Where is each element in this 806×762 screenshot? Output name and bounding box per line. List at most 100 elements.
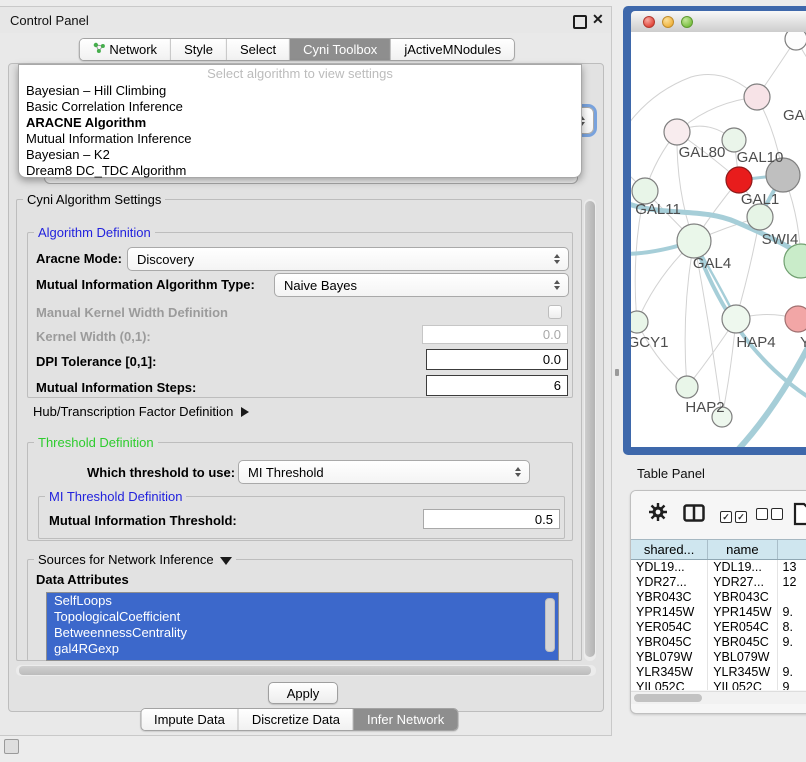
bottom-tab-discretize-data[interactable]: Discretize Data [239, 709, 354, 730]
which-threshold-combobox[interactable]: MI Threshold [238, 460, 530, 484]
column-header[interactable] [778, 540, 806, 559]
table-row[interactable]: YLR345WYLR345W9. [631, 665, 806, 680]
group-title: Algorithm Definition [34, 225, 155, 240]
table-row[interactable]: YPR145WYPR145W9. [631, 605, 806, 620]
data-attribute-option[interactable]: gal4RGexp [47, 641, 558, 657]
node-label: GAL7 [783, 107, 806, 124]
network-node[interactable] [744, 84, 770, 110]
table-row[interactable]: YBR045CYBR045C9. [631, 635, 806, 650]
mi-threshold-field[interactable] [423, 509, 560, 529]
bottom-tab-impute-data[interactable]: Impute Data [141, 709, 239, 730]
settings-horizontal-scrollbar[interactable] [16, 665, 596, 676]
network-window-titlebar[interactable] [631, 11, 806, 33]
dpi-tolerance-field[interactable] [426, 349, 568, 370]
bottom-tab-infer-network[interactable]: Infer Network [354, 709, 457, 730]
minimize-traffic-light-icon[interactable] [662, 16, 674, 28]
data-attribute-option[interactable]: SelfLoops [47, 593, 558, 609]
table-cell: 9. [778, 635, 806, 650]
mi-steps-label: Mutual Information Steps: [36, 380, 196, 395]
table-row[interactable]: YBL079WYBL079W [631, 650, 806, 665]
data-attribute-option[interactable]: BetweennessCentrality [47, 625, 558, 641]
network-node[interactable] [785, 32, 806, 50]
table-panel-window: ✓✓ shared...name YDL19...YDL19...13YDR27… [630, 490, 806, 714]
network-node[interactable] [676, 376, 698, 398]
algorithm-option[interactable]: Dream8 DC_TDC Algorithm [19, 163, 581, 179]
minimized-panel-icon[interactable] [4, 739, 19, 754]
zoom-traffic-light-icon[interactable] [681, 16, 693, 28]
table-cell: YBL079W [631, 650, 708, 665]
table-cell: YIL052C [708, 680, 777, 690]
data-attributes-list[interactable]: SelfLoopsTopologicalCoefficientBetweenne… [46, 592, 559, 661]
algorithm-option[interactable]: ARACNE Algorithm [19, 115, 581, 131]
algorithm-option[interactable]: Basic Correlation Inference [19, 99, 581, 115]
table-cell: YIL052C [631, 680, 708, 690]
network-canvas[interactable]: GAL7 GAL80 GAL10 GAL1 GAL11 SWI4 GAL4 GC… [631, 32, 806, 447]
node-label: GCY1 [631, 334, 668, 351]
column-header[interactable]: name [708, 540, 777, 559]
tab-select[interactable]: Select [227, 39, 290, 60]
close-traffic-light-icon[interactable] [643, 16, 655, 28]
network-tab-icon [92, 39, 105, 60]
data-attribute-option[interactable]: TopologicalCoefficient [47, 609, 558, 625]
gear-icon[interactable] [647, 501, 669, 526]
columns-icon[interactable] [683, 504, 705, 525]
table-cell: YPR145W [708, 605, 777, 620]
table-header-row: shared...name [631, 539, 806, 560]
group-title: Cyni Algorithm Settings [23, 192, 165, 207]
aracne-mode-label: Aracne Mode: [36, 251, 122, 266]
table-cell: 13 [778, 560, 806, 575]
splitter-handle[interactable] [615, 369, 619, 376]
network-node[interactable] [722, 305, 750, 333]
list-scrollbar[interactable] [545, 598, 555, 652]
apply-button[interactable]: Apply [268, 682, 338, 704]
table-cell: YBR043C [708, 590, 777, 605]
algorithm-option[interactable]: Bayesian – Hill Climbing [19, 83, 581, 99]
algorithm-option[interactable]: Mutual Information Inference [19, 131, 581, 147]
network-node-selected[interactable] [726, 167, 752, 193]
tab-style[interactable]: Style [171, 39, 227, 60]
algorithm-option[interactable]: Bayesian – K2 [19, 147, 581, 163]
control-panel-window: Control Panel ✕ NetworkStyleSelectCyni T… [0, 6, 612, 736]
table-row[interactable]: YBR043CYBR043C [631, 590, 806, 605]
stepper-arrows-icon [511, 467, 525, 477]
network-node[interactable] [631, 311, 648, 333]
table-row[interactable]: YER054CYER054C8. [631, 620, 806, 635]
table-row[interactable]: YDL19...YDL19...13 [631, 560, 806, 575]
tab-network[interactable]: Network [79, 39, 171, 60]
select-all-checkboxes-icon[interactable]: ✓✓ [720, 508, 750, 523]
mi-algorithm-type-combobox[interactable]: Naive Bayes [274, 273, 569, 297]
network-node[interactable] [677, 224, 711, 258]
network-node-labels: GAL7 GAL80 GAL10 GAL1 GAL11 SWI4 GAL4 GC… [631, 107, 806, 416]
network-node[interactable] [785, 306, 806, 332]
hub-definition-expander[interactable]: Hub/Transcription Factor Definition [33, 404, 249, 419]
table-cell: 9. [778, 605, 806, 620]
node-label: HAP4 [736, 334, 775, 351]
network-node[interactable] [664, 119, 690, 145]
tab-cyni-toolbox[interactable]: Cyni Toolbox [290, 39, 391, 60]
new-table-icon[interactable] [793, 502, 806, 529]
data-attributes-label: Data Attributes [36, 572, 129, 587]
table-row[interactable]: YIL052CYIL052C9 [631, 680, 806, 690]
column-header[interactable]: shared... [631, 540, 708, 559]
table-cell: YDL19... [631, 560, 708, 575]
close-icon[interactable]: ✕ [592, 11, 604, 28]
stepper-arrows-icon [550, 254, 564, 264]
float-window-icon[interactable] [573, 15, 587, 29]
settings-vertical-scrollbar[interactable] [584, 199, 596, 661]
aracne-mode-combobox[interactable]: Discovery [127, 247, 569, 271]
network-nodes[interactable] [631, 32, 806, 427]
which-threshold-label: Which threshold to use: [87, 465, 235, 480]
table-horizontal-scrollbar[interactable] [631, 691, 806, 704]
tab-jactivemnodules[interactable]: jActiveMNodules [391, 39, 514, 60]
mi-steps-field[interactable] [426, 375, 568, 396]
table-row[interactable]: YDR27...YDR27...12 [631, 575, 806, 590]
mi-threshold-label: Mutual Information Threshold: [49, 513, 237, 528]
dpi-tolerance-label: DPI Tolerance [0,1]: [36, 354, 156, 369]
control-panel-titlebar: Control Panel ✕ [0, 7, 611, 33]
kernel-width-field[interactable] [422, 325, 568, 344]
table-toolbar: ✓✓ [631, 491, 806, 539]
table-cell: YBR043C [631, 590, 708, 605]
manual-kernel-checkbox[interactable] [548, 305, 562, 319]
table-cell: 9 [778, 680, 806, 690]
deselect-checkboxes-icon[interactable] [756, 508, 786, 523]
